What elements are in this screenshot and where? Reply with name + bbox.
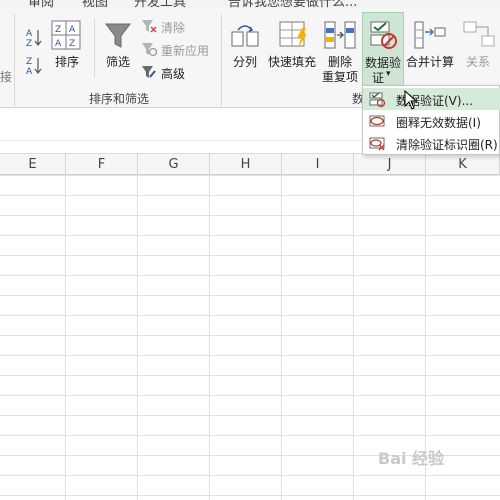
column-header-f[interactable]: F xyxy=(66,154,138,175)
tell-me-search[interactable]: 告诉我您想要做什么... xyxy=(228,0,357,8)
sort-a-to-z-icon[interactable]: AZ xyxy=(24,26,46,49)
svg-text:Z: Z xyxy=(26,57,32,67)
svg-text:Z: Z xyxy=(26,39,32,48)
grid-line xyxy=(353,175,354,500)
advanced-button[interactable]: 高级 xyxy=(161,65,185,82)
clear-validation-circles-icon xyxy=(369,135,385,151)
flash-fill-button[interactable]: 快速填充 xyxy=(268,53,316,70)
svg-text:A: A xyxy=(26,67,33,76)
tab-view[interactable]: 视图 xyxy=(82,0,108,8)
flash-fill-icon[interactable] xyxy=(278,20,310,50)
column-header-g[interactable]: G xyxy=(138,154,210,175)
clear-filter-icon[interactable] xyxy=(141,18,157,34)
data-validation-button[interactable]: 数据验 证 ▾ xyxy=(362,12,404,88)
data-validation-label-2: 证 xyxy=(372,71,385,85)
grid-line xyxy=(209,175,210,500)
chevron-down-icon: ▾ xyxy=(386,69,391,79)
svg-text:Z: Z xyxy=(55,25,61,35)
consolidate-icon[interactable] xyxy=(413,20,447,50)
reapply-button[interactable]: 重新应用 xyxy=(161,42,209,59)
data-validation-menu: 数据验证(V)... 圈释无效数据(I) 清除验证标识圈(R) xyxy=(362,85,500,155)
column-header-k[interactable]: K xyxy=(426,154,500,175)
menu-item-label: 清除验证标识圈(R) xyxy=(396,138,498,152)
filter-button[interactable]: 筛选 xyxy=(106,53,130,70)
group-divider xyxy=(221,14,222,106)
column-header-h[interactable]: H xyxy=(210,154,282,175)
column-header-i[interactable]: I xyxy=(282,154,354,175)
menu-item-data-validation[interactable]: 数据验证(V)... xyxy=(363,88,500,110)
sort-filter-group-label: 排序和筛选 xyxy=(89,92,150,106)
consolidate-button[interactable]: 合并计算 xyxy=(406,53,454,70)
column-header-e[interactable]: E xyxy=(0,154,66,175)
column-header-j[interactable]: J xyxy=(354,154,426,175)
data-validation-icon xyxy=(369,20,399,50)
watermark-logo: Bai 经验 xyxy=(378,449,445,468)
svg-text:A: A xyxy=(55,39,62,49)
group-divider xyxy=(94,18,95,78)
text-to-columns-icon[interactable] xyxy=(230,22,260,50)
remove-duplicates-button-line2[interactable]: 重复项 xyxy=(322,68,358,85)
mouse-cursor-icon xyxy=(404,90,418,110)
svg-text:A: A xyxy=(69,25,76,35)
advanced-filter-icon[interactable] xyxy=(141,64,157,80)
remove-duplicates-icon[interactable] xyxy=(323,20,357,50)
sort-z-to-a-icon[interactable]: ZA xyxy=(24,54,46,77)
menu-item-label: 圈释无效数据(I) xyxy=(396,116,481,130)
sort-button[interactable]: 排序 xyxy=(55,53,79,70)
svg-text:A: A xyxy=(26,29,33,39)
menu-item-clear-validation-circles[interactable]: 清除验证标识圈(R) xyxy=(363,132,500,154)
grid-line xyxy=(281,175,282,500)
group-divider xyxy=(14,14,15,106)
data-validation-icon xyxy=(369,91,386,108)
reapply-icon[interactable] xyxy=(141,41,158,57)
text-to-columns-button[interactable]: 分列 xyxy=(233,53,257,70)
ribbon-tab-bar: 审阅 视图 开发工具 告诉我您想要做什么... xyxy=(0,0,500,8)
tab-developer[interactable]: 开发工具 xyxy=(134,0,186,8)
svg-text:Z: Z xyxy=(69,39,75,49)
tab-review[interactable]: 审阅 xyxy=(28,0,54,8)
grid-line xyxy=(137,175,138,500)
sort-dialog-icon[interactable]: ZAAZ xyxy=(51,20,81,50)
clear-button[interactable]: 清除 xyxy=(161,19,185,36)
partial-group-label: 接 xyxy=(0,70,13,84)
relationships-button[interactable]: 关系 xyxy=(466,53,490,70)
circle-invalid-data-icon xyxy=(369,113,385,129)
column-header-row: E F G H I J K xyxy=(0,154,500,175)
filter-funnel-icon[interactable] xyxy=(104,20,132,50)
grid-line xyxy=(65,175,66,500)
menu-item-circle-invalid[interactable]: 圈释无效数据(I) xyxy=(363,110,500,132)
relationships-icon[interactable] xyxy=(462,20,496,50)
